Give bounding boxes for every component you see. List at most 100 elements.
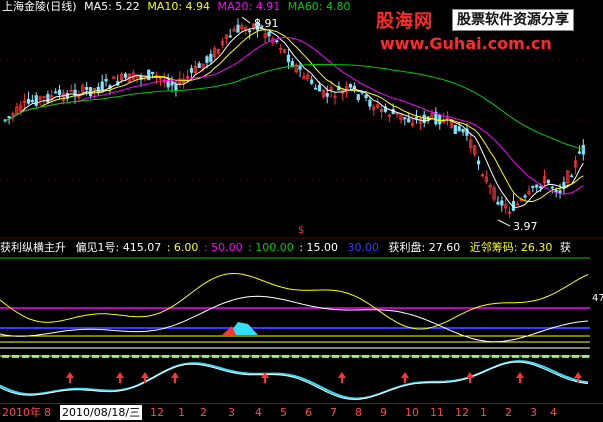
- candle-body: [407, 118, 411, 123]
- candle-body: [248, 30, 252, 33]
- signal-marker: $: [298, 225, 305, 236]
- candle-body: [414, 116, 419, 119]
- candle-body: [151, 71, 155, 75]
- stock-chart-canvas[interactable]: [0, 0, 603, 421]
- candle-body: [457, 126, 461, 132]
- candle-body: [54, 91, 58, 94]
- candle-body: [205, 56, 209, 63]
- candle-body: [535, 184, 539, 188]
- candle-body: [88, 87, 93, 97]
- profit-label: 获利盘: 27.60: [388, 241, 461, 254]
- candle-body: [104, 78, 108, 82]
- timeline-month-label: 3: [228, 406, 235, 419]
- candle-body: [523, 195, 527, 198]
- candle-body: [26, 98, 31, 104]
- timeline-month-label: 4: [255, 406, 262, 419]
- candle-body: [581, 145, 585, 155]
- candle-body: [209, 53, 213, 62]
- candle-body: [317, 84, 322, 92]
- candle-body: [550, 186, 554, 189]
- candle-body: [453, 124, 457, 135]
- indicator-header: 获利纵横主升 偏见1号: 415.07 : 6.00 : 50.00 : 100…: [0, 241, 571, 255]
- candle-body: [147, 69, 151, 81]
- candle-body: [570, 175, 574, 178]
- candle-body: [368, 99, 372, 107]
- candle-body: [298, 65, 302, 70]
- timeline-months: 12 1 2 3 4 5 6 7 8 9 10 11 12 1 2 3 4 8: [0, 404, 603, 421]
- timeline-month-label: 12: [150, 406, 164, 419]
- cost-label: 近邻筹码: 26.30: [469, 241, 553, 254]
- ma5-label: MA5: 5.22: [84, 0, 140, 13]
- candle-body: [267, 31, 271, 37]
- timeline-axis[interactable]: 2010年 2010/08/18/三 12 1 2 3 4 5 6 7 8 9 10 11 12 1 2 3 4…: [0, 403, 603, 422]
- candle-body: [275, 40, 279, 43]
- ma20-label: MA20: 4.91: [217, 0, 281, 13]
- ma20-line: [5, 36, 584, 195]
- candle-body: [577, 151, 582, 154]
- timeline-month-label: 7: [330, 406, 337, 419]
- ma60-line: [5, 63, 584, 150]
- timeline-month-label: 2: [200, 406, 207, 419]
- timeline-month-label: 3: [530, 406, 537, 419]
- candle-body: [496, 201, 500, 205]
- candle-body: [403, 117, 407, 120]
- timeline-month-label: 12: [455, 406, 469, 419]
- candle-body: [422, 114, 426, 123]
- more-label: 获: [559, 241, 571, 254]
- yellow-indicator-wave: [0, 272, 589, 330]
- watermark-brand: 股海网: [376, 11, 433, 32]
- candle-body: [174, 84, 178, 91]
- candle-body: [189, 68, 194, 73]
- buy-arrow-icon: [516, 372, 524, 383]
- candle-body: [356, 94, 360, 101]
- buy-arrow-icon: [66, 372, 74, 383]
- high-arrow: [241, 16, 251, 24]
- timeline-month-label: 8: [355, 406, 362, 419]
- candle-body: [348, 84, 353, 88]
- candle-body: [236, 24, 240, 33]
- low-price-label: 3.97: [513, 220, 538, 233]
- candle-body: [166, 80, 170, 88]
- candle-body: [531, 185, 535, 188]
- candle-body: [364, 94, 368, 99]
- candle-body: [438, 115, 442, 125]
- main-chart-header: 上海金陵(日线) MA5: 5.22 MA10: 4.94 MA20: 4.91…: [2, 0, 350, 14]
- candle-body: [546, 179, 551, 184]
- cyan-indicator-wave: [0, 360, 589, 400]
- candle-body: [228, 35, 232, 38]
- candle-body: [100, 81, 104, 91]
- timeline-month-label: 10: [405, 406, 419, 419]
- white-lower-wave: [0, 361, 589, 400]
- candle-body: [57, 89, 62, 95]
- timeline-month-label: 1: [178, 406, 185, 419]
- ma60-label: MA60: 4.80: [287, 0, 351, 13]
- timeline-month-label: 6: [305, 406, 312, 419]
- timeline-month-label: 11: [430, 406, 444, 419]
- candle-body: [461, 128, 465, 133]
- candle-body: [313, 87, 318, 90]
- timeline-month-label: 4: [550, 406, 557, 419]
- candle-body: [34, 95, 38, 106]
- indicator-v3: : 100.00: [248, 241, 294, 254]
- watermark-slogan: 股票软件资源分享: [452, 9, 574, 31]
- indicator-v4: : 15.00: [299, 241, 339, 254]
- buy-arrow-icon: [401, 372, 409, 383]
- timeline-month-label: 1: [480, 406, 487, 419]
- chart-stage: 上海金陵(日线) MA5: 5.22 MA10: 4.94 MA20: 4.91…: [0, 0, 603, 422]
- high-price-label: 8.91: [254, 17, 279, 30]
- watermark-url: www.Guhai.com.cn: [380, 34, 552, 53]
- buy-arrow-icon: [466, 372, 474, 383]
- buy-arrow-icon: [171, 372, 179, 383]
- indicator-v2: : 50.00: [203, 241, 243, 254]
- timeline-month-label: 8: [44, 406, 51, 419]
- candle-body: [476, 160, 481, 165]
- candle-body: [360, 91, 364, 94]
- candle-body: [170, 82, 174, 86]
- low-arrow: [497, 219, 511, 227]
- candle-body: [123, 73, 128, 78]
- candle-body: [85, 87, 89, 91]
- candle-body: [30, 99, 34, 103]
- buy-arrow-icon: [338, 372, 346, 383]
- candle-body: [197, 63, 201, 68]
- candle-body: [558, 190, 562, 194]
